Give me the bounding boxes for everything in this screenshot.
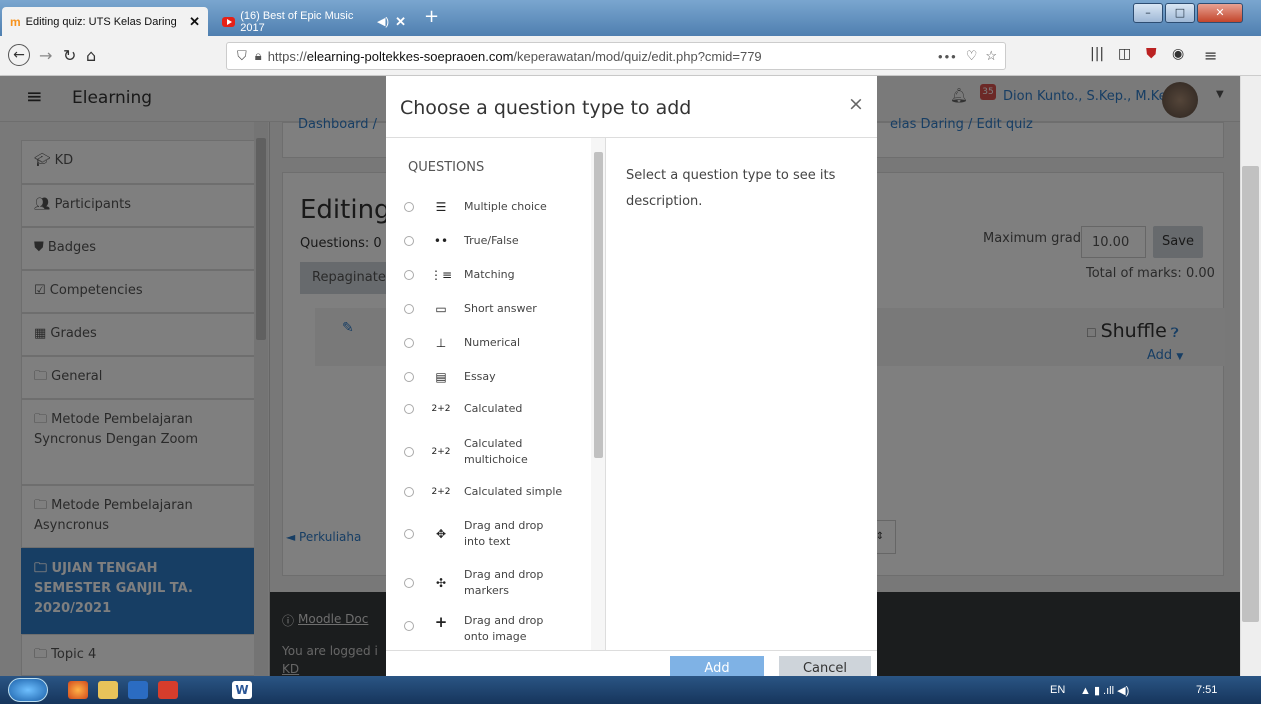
questions-section-heading: QUESTIONS — [408, 160, 485, 175]
question-type-calculated-simple[interactable]: 2+2 Calculated simple — [404, 484, 562, 500]
maximize-icon[interactable]: □ — [1165, 3, 1195, 23]
plus-icon: + — [434, 613, 448, 631]
bookmark-star-icon[interactable]: ☆ — [985, 48, 997, 64]
question-list-scrollbar-thumb[interactable] — [594, 152, 603, 458]
radio-button[interactable] — [404, 202, 414, 212]
tray-icons[interactable]: ▲ ▮ .ıll ◀) — [1080, 684, 1129, 697]
url-path: /keperawatan/mod/quiz/edit.php?cmid=779 — [513, 48, 762, 64]
question-type-calculated-multichoice[interactable]: 2+2 Calculated multichoice — [404, 436, 528, 468]
numerical-icon: ⊥ — [435, 336, 447, 350]
shield-icon: ⛉ — [237, 48, 247, 63]
question-type-label: Numerical — [464, 336, 521, 349]
sidebar-toggle-icon[interactable]: ◫ — [1118, 46, 1131, 62]
youtube-favicon-icon — [222, 16, 236, 27]
matching-icon: ⋮≡ — [430, 268, 453, 282]
word-taskbar-icon[interactable]: W — [232, 681, 252, 699]
calculated-simple-icon: 2+2 — [431, 487, 451, 497]
modal-title: Choose a question type to add — [400, 97, 692, 119]
ublock-icon[interactable]: ⛊ — [1146, 46, 1157, 62]
radio-button[interactable] — [404, 487, 414, 497]
essay-icon: ▤ — [435, 370, 447, 384]
close-icon[interactable]: × — [848, 93, 864, 115]
move-icon: ✥ — [435, 527, 447, 541]
radio-button[interactable] — [404, 447, 414, 457]
question-type-calculated[interactable]: 2+2 Calculated — [404, 401, 522, 417]
radio-button[interactable] — [404, 304, 414, 314]
short-answer-icon: ▭ — [435, 302, 447, 316]
calculated-icon: 2+2 — [431, 404, 451, 414]
page-scrollbar-thumb[interactable] — [1242, 166, 1259, 622]
pocket-icon[interactable]: ♡ — [966, 48, 978, 64]
tab-label: Editing quiz: UTS Kelas Daring — [25, 15, 177, 28]
moodle-favicon-icon: m — [10, 14, 21, 29]
question-type-label: Calculated multichoice — [464, 437, 528, 466]
radio-button[interactable] — [404, 338, 414, 348]
question-type-ddwtos[interactable]: ✥ Drag and drop into text — [404, 518, 564, 550]
close-tab-icon[interactable]: ✕ — [395, 14, 406, 30]
question-type-label: True/False — [464, 234, 519, 247]
account-icon[interactable]: ◉ — [1172, 46, 1184, 62]
question-type-label: Drag and drop into text — [464, 519, 544, 548]
back-icon[interactable]: ← — [8, 44, 30, 66]
radio-button[interactable] — [404, 578, 414, 588]
close-window-icon[interactable]: ✕ — [1197, 3, 1243, 23]
question-type-label: Essay — [464, 370, 496, 383]
question-type-description: Select a question type to see its descri… — [626, 168, 836, 209]
url-host: elearning-poltekkes-soepraoen.com — [306, 48, 514, 64]
radio-button[interactable] — [404, 270, 414, 280]
close-tab-icon[interactable]: ✕ — [189, 14, 200, 30]
url-prefix: https:// — [267, 48, 307, 64]
calculated-multichoice-icon: 2+2 — [431, 447, 451, 457]
media-taskbar-icon[interactable] — [128, 681, 148, 699]
radio-button[interactable] — [404, 529, 414, 539]
question-type-label: Drag and drop onto image — [464, 614, 544, 643]
question-type-ddmarker[interactable]: ✣ Drag and drop markers — [404, 567, 564, 599]
radio-button[interactable] — [404, 621, 414, 631]
page-actions-icon[interactable]: ••• — [938, 49, 958, 64]
download-taskbar-icon[interactable] — [158, 681, 178, 699]
speaker-icon[interactable]: ◀) — [377, 15, 389, 28]
start-button[interactable] — [8, 678, 48, 702]
forward-icon[interactable]: → — [39, 46, 52, 65]
question-type-label: Short answer — [464, 302, 537, 315]
lock-icon: 🔒︎ — [254, 48, 262, 63]
window-controls: – □ ✕ — [1133, 3, 1243, 23]
library-icon[interactable]: ||| — [1090, 46, 1104, 62]
reload-icon[interactable]: ↻ — [63, 46, 76, 65]
new-tab-icon[interactable]: + — [424, 6, 439, 27]
move-markers-icon: ✣ — [435, 576, 447, 590]
question-type-label: Matching — [464, 268, 515, 281]
radio-button[interactable] — [404, 236, 414, 246]
question-type-numerical[interactable]: ⊥ Numerical — [404, 335, 520, 351]
question-type-label: Drag and drop markers — [464, 568, 544, 597]
question-type-matching[interactable]: ⋮≡ Matching — [404, 267, 515, 283]
menu-icon[interactable]: ≡ — [1204, 46, 1217, 65]
firefox-taskbar-icon[interactable] — [68, 681, 88, 699]
question-type-multiple-choice[interactable]: ☰ Multiple choice — [404, 199, 547, 215]
language-indicator[interactable]: EN — [1050, 684, 1065, 696]
radio-button[interactable] — [404, 372, 414, 382]
question-type-ddimageortext[interactable]: + Drag and drop onto image — [404, 613, 564, 643]
question-type-short-answer[interactable]: ▭ Short answer — [404, 301, 537, 317]
question-type-label: Multiple choice — [464, 200, 547, 213]
tab-label: (16) Best of Epic Music 2017 — [240, 9, 354, 34]
home-icon[interactable]: ⌂ — [86, 46, 96, 65]
clock[interactable]: 7:51 — [1196, 684, 1217, 696]
question-type-true-false[interactable]: •• True/False — [404, 233, 519, 249]
radio-button[interactable] — [404, 404, 414, 414]
explorer-taskbar-icon[interactable] — [98, 681, 118, 699]
question-type-label: Calculated simple — [464, 485, 563, 498]
list-icon: ☰ — [435, 200, 447, 214]
address-bar[interactable]: ⛉ 🔒︎ https:// elearning-poltekkes-soepra… — [226, 42, 1006, 70]
question-type-label: Calculated — [464, 402, 523, 415]
minimize-icon[interactable]: – — [1133, 3, 1163, 23]
question-type-essay[interactable]: ▤ Essay — [404, 369, 496, 385]
tab-epic-music[interactable]: (16) Best of Epic Music 2017 ◀) ✕ — [214, 7, 414, 36]
tab-editing-quiz[interactable]: m Editing quiz: UTS Kelas Daring ✕ — [2, 7, 208, 36]
windows-taskbar — [0, 676, 1261, 704]
dots-icon: •• — [433, 234, 449, 248]
